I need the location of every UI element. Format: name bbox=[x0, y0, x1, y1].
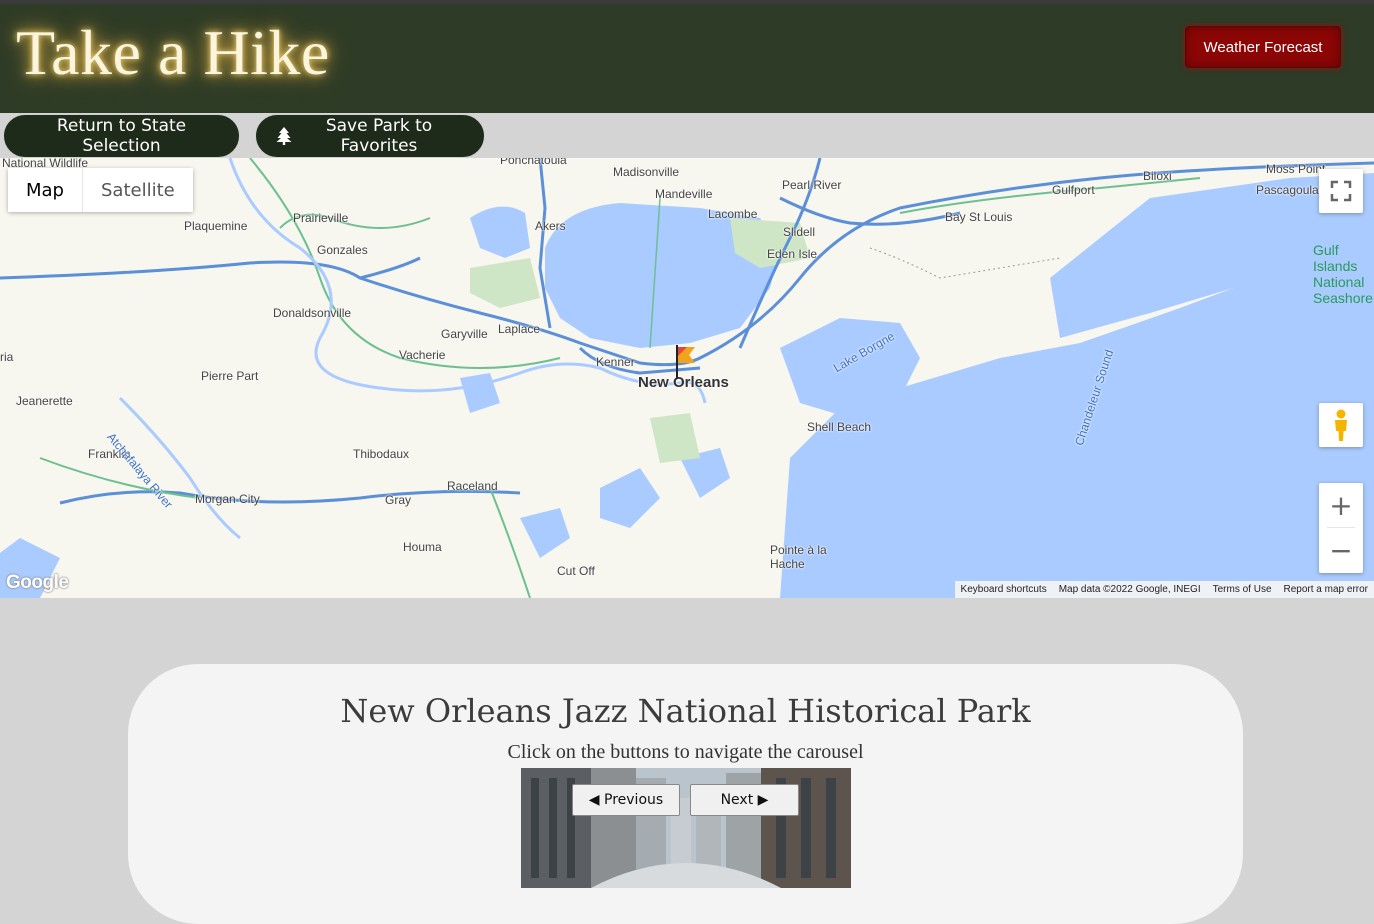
map-label-lacombe: Lacombe bbox=[708, 207, 758, 221]
map-label-kenner: Kenner bbox=[596, 355, 635, 369]
map-label-vacherie: Vacherie bbox=[399, 348, 446, 362]
weather-forecast-button[interactable]: Weather Forecast bbox=[1185, 26, 1341, 68]
fullscreen-icon bbox=[1330, 180, 1352, 202]
map-label-gulfport: Gulfport bbox=[1052, 183, 1095, 197]
map-label-akers: Akers bbox=[535, 219, 566, 233]
zoom-out-button[interactable]: − bbox=[1319, 528, 1363, 572]
map-view[interactable]: Ponchatoula Madisonville Mandeville Pear… bbox=[0, 158, 1374, 598]
site-title: Take a Hike bbox=[16, 17, 330, 88]
zoom-in-button[interactable]: + bbox=[1319, 483, 1363, 527]
map-label-plaquemine: Plaquemine bbox=[184, 219, 248, 233]
map-label-pointe-a-la-hache: Pointe à la Hache bbox=[770, 543, 827, 571]
map-label-donaldsonville: Donaldsonville bbox=[273, 306, 352, 320]
park-card: New Orleans Jazz National Historical Par… bbox=[128, 664, 1243, 924]
map-label-pascagoula: Pascagoula bbox=[1256, 183, 1319, 197]
park-title: New Orleans Jazz National Historical Par… bbox=[340, 692, 1031, 730]
map-label-moss-point: Moss Point bbox=[1266, 162, 1326, 176]
map-attribution: Keyboard shortcuts Map data ©2022 Google… bbox=[954, 581, 1374, 598]
carousel-image bbox=[521, 768, 851, 888]
carousel-hint: Click on the buttons to navigate the car… bbox=[507, 741, 864, 763]
flag-icon bbox=[676, 345, 695, 379]
map-label-pearl-river: Pearl River bbox=[782, 178, 842, 192]
map-label-biloxi: Biloxi bbox=[1143, 169, 1172, 183]
google-logo[interactable]: Google bbox=[6, 572, 69, 594]
carousel-next-button[interactable]: Next ▶ bbox=[690, 784, 799, 816]
map-label-garyville: Garyville bbox=[441, 327, 488, 341]
map-label-houma: Houma bbox=[403, 540, 442, 554]
map-data-text: Map data ©2022 Google, INEGI bbox=[1058, 584, 1201, 595]
map-label-cut-off: Cut Off bbox=[557, 564, 595, 578]
city-street-photo bbox=[521, 768, 851, 888]
map-label-raceland: Raceland bbox=[447, 479, 498, 493]
keyboard-shortcuts-link[interactable]: Keyboard shortcuts bbox=[955, 584, 1053, 595]
map-label-eden-isle: Eden Isle bbox=[767, 247, 818, 261]
map-label-madisonville: Madisonville bbox=[613, 165, 680, 179]
report-map-error-link[interactable]: Report a map error bbox=[1278, 584, 1374, 595]
map-label-bay-st-louis: Bay St Louis bbox=[945, 210, 1013, 224]
map-label-slidell: Slidell bbox=[783, 225, 816, 239]
map-label-shell-beach: Shell Beach bbox=[807, 420, 872, 434]
map-label-jeanerette: Jeanerette bbox=[16, 394, 73, 408]
map-label-ponchatoula: Ponchatoula bbox=[500, 158, 567, 167]
return-to-state-button[interactable]: Return to State Selection bbox=[3, 114, 240, 158]
map-label-gray: Gray bbox=[385, 493, 412, 507]
save-park-button[interactable]: Save Park to Favorites bbox=[255, 114, 485, 158]
map-label-gulf-islands: Gulf Islands National Seashore bbox=[1313, 242, 1373, 306]
map-type-map-button[interactable]: Map bbox=[8, 168, 83, 212]
map-label-thibodaux: Thibodaux bbox=[353, 447, 410, 461]
map-marker-flag[interactable] bbox=[675, 345, 697, 384]
map-label-pierre-part: Pierre Part bbox=[201, 369, 259, 383]
map-label-morgan-city: Morgan City bbox=[195, 492, 260, 506]
map-label-laplace: Laplace bbox=[498, 322, 541, 336]
map-type-satellite-button[interactable]: Satellite bbox=[83, 168, 193, 212]
map-type-control: Map Satellite bbox=[8, 168, 193, 212]
map-label-gonzales: Gonzales bbox=[317, 243, 368, 257]
return-to-state-label: Return to State Selection bbox=[56, 116, 187, 156]
site-header: Take a Hike Weather Forecast bbox=[0, 4, 1374, 113]
fullscreen-button[interactable] bbox=[1319, 169, 1363, 213]
carousel-previous-button[interactable]: ◀ Previous bbox=[572, 784, 680, 816]
street-view-pegman[interactable] bbox=[1319, 403, 1363, 447]
terms-of-use-link[interactable]: Terms of Use bbox=[1207, 584, 1278, 595]
zoom-control: + − bbox=[1319, 483, 1363, 573]
map-label-mandeville: Mandeville bbox=[655, 187, 713, 201]
pegman-icon bbox=[1335, 409, 1347, 441]
tree-icon bbox=[276, 127, 292, 145]
map-label-prairieville: Prairieville bbox=[293, 211, 349, 225]
map-label-ria: ria bbox=[0, 350, 14, 364]
save-park-label: Save Park to Favorites bbox=[325, 116, 433, 156]
